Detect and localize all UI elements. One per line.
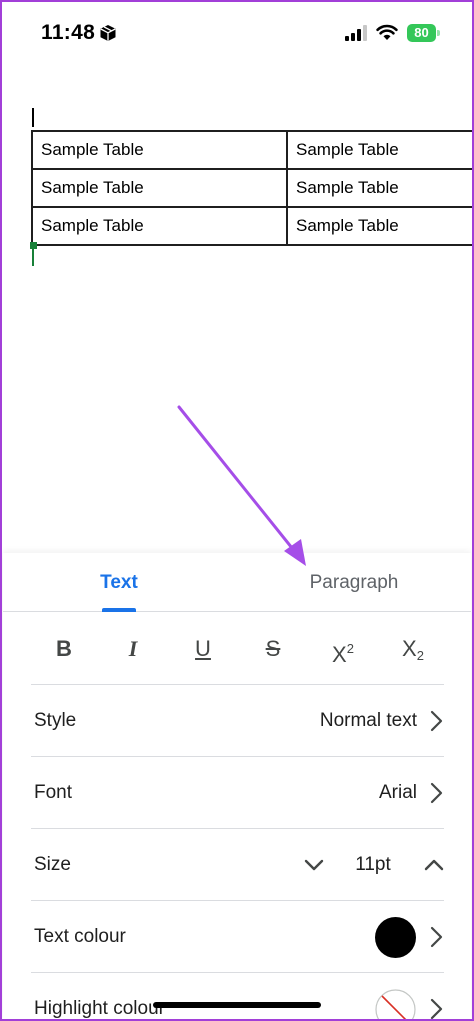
cellular-signal-icon xyxy=(345,25,367,41)
bold-button[interactable]: B xyxy=(47,634,81,664)
font-row[interactable]: Font Arial xyxy=(31,757,444,829)
table-row: Sample Table Sample Table xyxy=(31,206,474,246)
format-tabs: Text Paragraph xyxy=(3,553,471,612)
format-panel: Text Paragraph B I U S X2 X2 Style Norma… xyxy=(3,553,471,1021)
chevron-right-icon xyxy=(430,782,443,804)
superscript-glyph: X xyxy=(332,642,347,667)
subscript-mark: 2 xyxy=(416,648,424,663)
superscript-mark: 2 xyxy=(346,641,354,656)
wifi-icon xyxy=(376,24,398,40)
strikethrough-button[interactable]: S xyxy=(256,634,290,664)
superscript-button[interactable]: X2 xyxy=(326,634,360,667)
home-indicator[interactable] xyxy=(153,1002,321,1008)
text-colour-swatch xyxy=(375,917,416,958)
text-colour-label: Text colour xyxy=(34,926,126,947)
tab-paragraph[interactable]: Paragraph xyxy=(293,553,415,612)
chevron-right-icon xyxy=(430,926,443,948)
underline-button[interactable]: U xyxy=(186,634,220,664)
style-value: Normal text xyxy=(319,710,417,731)
subscript-button[interactable]: X2 xyxy=(396,634,430,664)
battery-icon: 80 xyxy=(407,24,440,42)
highlight-colour-label: Highlight colour xyxy=(34,998,165,1019)
table-cell[interactable]: Sample Table xyxy=(31,206,288,246)
table-row: Sample Table Sample Table xyxy=(31,168,474,208)
package-icon xyxy=(100,25,116,41)
subscript-glyph: X xyxy=(402,636,417,661)
document-table[interactable]: Sample Table Sample Table Sample Table S… xyxy=(31,130,474,246)
size-value[interactable]: 11pt xyxy=(343,829,403,901)
size-label: Size xyxy=(34,854,71,875)
battery-level: 80 xyxy=(414,25,429,40)
highlight-colour-row[interactable]: Highlight colour xyxy=(31,973,444,1021)
table-row: Sample Table Sample Table xyxy=(31,130,474,170)
chevron-right-icon xyxy=(430,710,443,732)
table-cell[interactable]: Sample Table xyxy=(31,130,288,170)
increase-size-icon[interactable] xyxy=(423,855,445,875)
tab-text[interactable]: Text xyxy=(73,553,165,612)
decrease-size-icon[interactable] xyxy=(303,855,325,875)
text-style-toolbar: B I U S X2 X2 xyxy=(31,612,444,685)
font-value: Arial xyxy=(378,782,417,803)
status-time: 11:48 xyxy=(41,21,96,44)
no-highlight-swatch xyxy=(375,989,416,1021)
chevron-right-icon xyxy=(430,998,443,1020)
insertion-cursor xyxy=(32,246,34,266)
text-colour-row[interactable]: Text colour xyxy=(31,901,444,973)
table-cell[interactable]: Sample Table xyxy=(31,168,288,208)
status-bar: 11:48 80 xyxy=(0,0,474,64)
table-cell[interactable]: Sample Table xyxy=(286,206,474,246)
text-cursor xyxy=(32,108,34,127)
table-cell[interactable]: Sample Table xyxy=(286,130,474,170)
size-row: Size 11pt xyxy=(31,829,444,901)
font-label: Font xyxy=(34,782,73,803)
style-label: Style xyxy=(34,710,77,731)
style-row[interactable]: Style Normal text xyxy=(31,685,444,757)
table-cell[interactable]: Sample Table xyxy=(286,168,474,208)
italic-button[interactable]: I xyxy=(116,634,150,664)
